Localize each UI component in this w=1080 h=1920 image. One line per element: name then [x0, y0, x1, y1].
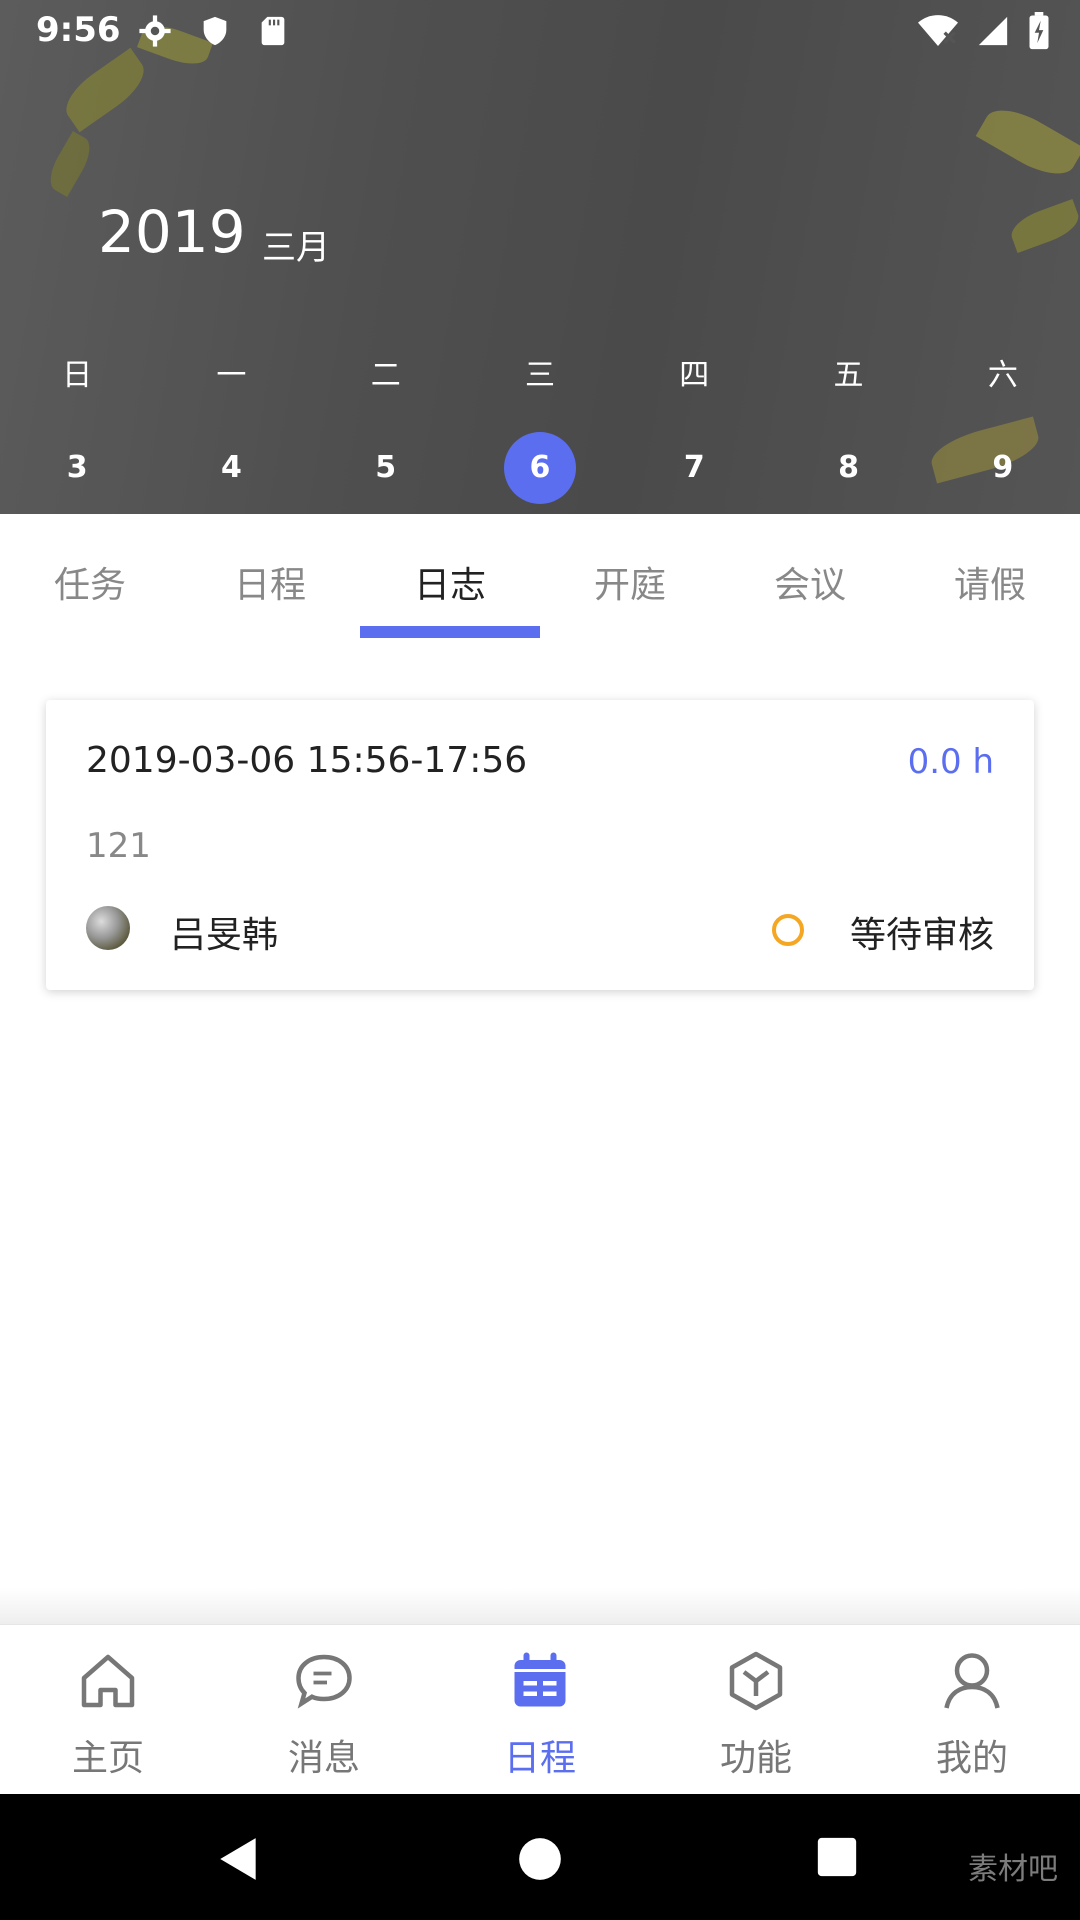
- calendar-day[interactable]: 4: [154, 442, 308, 494]
- calendar-year: 2019: [98, 198, 246, 266]
- nav-functions-label: 功能: [719, 1738, 792, 1779]
- calendar-icon: [514, 1652, 566, 1707]
- calendar-day-selected[interactable]: 6: [463, 432, 617, 504]
- leaf-decoration: [42, 131, 98, 197]
- system-nav-bar: 素材吧: [0, 1794, 1080, 1920]
- calendar-day[interactable]: 8: [772, 442, 926, 494]
- calendar-day[interactable]: 3: [0, 442, 154, 494]
- nav-functions[interactable]: 功能: [648, 1645, 864, 1781]
- status-bar: 9:56: [0, 0, 1080, 62]
- calendar-header: 9:56 2019 三月 日 一 二 三 四 五 六 3 4 5 6 7 8 9: [0, 0, 1080, 514]
- avatar: [86, 906, 130, 950]
- leaf-decoration: [1006, 198, 1080, 254]
- nav-mine[interactable]: 我的: [864, 1645, 1080, 1781]
- tab-task[interactable]: 任务: [0, 556, 180, 608]
- watermark: 素材吧: [968, 1852, 1058, 1887]
- wifi-icon: [918, 15, 958, 46]
- shield-icon: [203, 16, 227, 46]
- gear-icon: [139, 15, 171, 47]
- nav-schedule[interactable]: 日程: [432, 1645, 648, 1781]
- signal-icon: [978, 16, 1008, 46]
- log-status: 等待审核: [849, 915, 994, 956]
- pending-status-icon: [772, 914, 804, 946]
- day-row: 3 4 5 6 7 8 9: [0, 432, 1080, 504]
- weekday-row: 日 一 二 三 四 五 六: [0, 350, 1080, 402]
- leaf-decoration: [975, 97, 1080, 187]
- back-icon[interactable]: [214, 1834, 264, 1884]
- tab-bar: 任务 日程 日志 开庭 会议 请假: [0, 514, 1080, 640]
- calendar-day[interactable]: 7: [617, 442, 771, 494]
- weekday-label: 二: [370, 358, 401, 393]
- log-user-name: 吕旻韩: [170, 915, 279, 956]
- log-card[interactable]: 2019-03-06 15:56-17:56 0.0 h 121 吕旻韩 等待审…: [46, 700, 1034, 990]
- message-icon: [296, 1654, 352, 1709]
- status-right-icons: [918, 12, 1050, 50]
- home-icon: [81, 1654, 135, 1708]
- weekday-label: 一: [216, 358, 247, 393]
- weekday-label: 三: [524, 358, 555, 393]
- weekday-label: 六: [987, 358, 1018, 393]
- nav-messages-label: 消息: [287, 1738, 360, 1779]
- calendar-month: 三月: [262, 228, 330, 268]
- log-datetime: 2019-03-06 15:56-17:56: [86, 740, 528, 781]
- home-circle-icon[interactable]: [515, 1834, 565, 1884]
- calendar-day[interactable]: 5: [309, 442, 463, 494]
- sd-card-icon: [261, 16, 285, 46]
- recents-icon[interactable]: [814, 1834, 860, 1880]
- log-hours: 0.0 h: [907, 742, 994, 782]
- nav-messages[interactable]: 消息: [216, 1645, 432, 1781]
- nav-home[interactable]: 主页: [0, 1645, 216, 1781]
- weekday-label: 日: [62, 358, 93, 393]
- bottom-shadow: [0, 1588, 1080, 1624]
- tab-leave[interactable]: 请假: [900, 556, 1080, 608]
- tab-schedule[interactable]: 日程: [180, 556, 360, 608]
- log-content: 121: [86, 826, 151, 866]
- nav-schedule-label: 日程: [503, 1738, 576, 1779]
- tab-log[interactable]: 日志: [360, 556, 540, 608]
- calendar-day[interactable]: 9: [926, 442, 1080, 494]
- weekday-label: 五: [833, 358, 864, 393]
- bottom-nav: 主页 消息 日程 功能 我的: [0, 1624, 1080, 1795]
- tab-meeting[interactable]: 会议: [720, 556, 900, 608]
- person-icon: [944, 1653, 1000, 1709]
- battery-icon: [1029, 12, 1049, 50]
- nav-home-label: 主页: [71, 1738, 144, 1779]
- nav-mine-label: 我的: [935, 1738, 1008, 1779]
- tab-court[interactable]: 开庭: [540, 556, 720, 608]
- weekday-label: 四: [679, 358, 710, 393]
- tab-indicator: [360, 626, 540, 638]
- box-icon: [729, 1651, 783, 1711]
- status-time: 9:56: [36, 10, 121, 50]
